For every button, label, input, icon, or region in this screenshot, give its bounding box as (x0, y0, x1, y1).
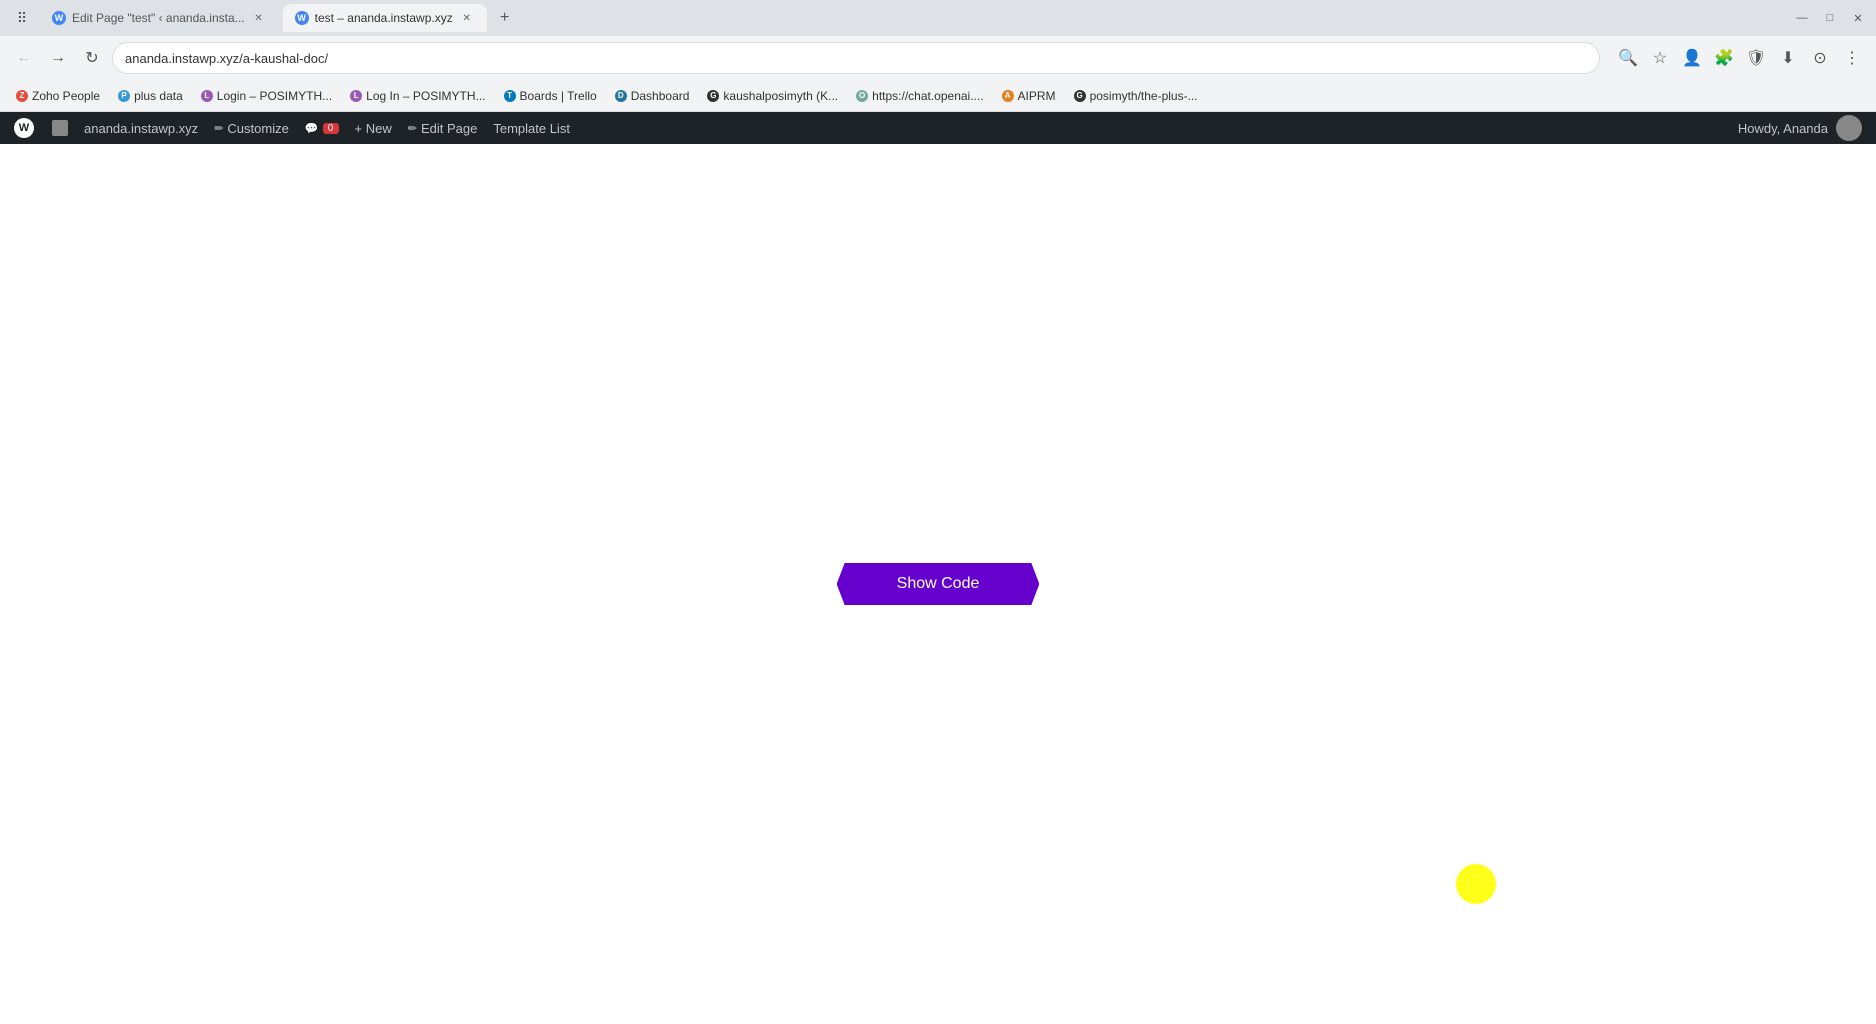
wp-edit-page[interactable]: ✏ Edit Page (400, 112, 486, 144)
page-content: Show Code (0, 144, 1876, 1024)
address-bar: ← → ↻ ananda.instawp.xyz/a-kaushal-doc/ … (0, 36, 1876, 80)
bookmark-plus-data[interactable]: P plus data (110, 87, 191, 105)
bookmark-zoho-people[interactable]: Z Zoho People (8, 87, 108, 105)
bookmark-login-label: Login – POSIMYTH... (217, 89, 332, 103)
browser-frame: ⠿ W Edit Page "test" ‹ ananda.insta... ✕… (0, 0, 1876, 1024)
window-controls: — □ ✕ (1792, 8, 1868, 28)
bookmark-zoho-label: Zoho People (32, 89, 100, 103)
download-icon[interactable]: ⬇ (1774, 44, 1802, 72)
search-icon[interactable]: 🔍 (1614, 44, 1642, 72)
menu-icon[interactable]: ⋮ (1838, 44, 1866, 72)
title-bar: ⠿ W Edit Page "test" ‹ ananda.insta... ✕… (0, 0, 1876, 36)
wp-site-name[interactable]: ananda.instawp.xyz (76, 112, 206, 144)
wp-logo-icon: W (14, 118, 34, 138)
wp-new[interactable]: + New (347, 112, 400, 144)
bookmark-plus-label: plus data (134, 89, 183, 103)
toolbar-icons: 🔍 ☆ 👤 🧩 🛡 ⬇ ⊙ ⋮ (1614, 44, 1866, 72)
bookmark-trello-label: Boards | Trello (520, 89, 597, 103)
url-text: ananda.instawp.xyz/a-kaushal-doc/ (125, 51, 328, 66)
bookmark-kaushal[interactable]: G kaushalposimyth (K... (699, 87, 846, 105)
apps-button[interactable]: ⠿ (8, 4, 36, 32)
profile-icon[interactable]: 👤 (1678, 44, 1706, 72)
tab2-title: test – ananda.instawp.xyz (315, 11, 453, 25)
bookmark-dashboard-label: Dashboard (631, 89, 690, 103)
maximize-button[interactable]: □ (1820, 8, 1840, 28)
shield-icon[interactable]: 🛡 (1742, 44, 1770, 72)
wp-user-greeting[interactable]: Howdy, Ananda (1730, 112, 1870, 144)
tab2-favicon: W (295, 11, 309, 25)
bookmarks-bar: Z Zoho People P plus data L Login – POSI… (0, 80, 1876, 112)
back-button[interactable]: ← (10, 44, 38, 72)
bookmark-login2-label: Log In – POSIMYTH... (366, 89, 485, 103)
cursor-indicator (1456, 864, 1496, 904)
bookmark-dashboard[interactable]: D Dashboard (607, 87, 698, 105)
bookmark-posimyth-plus[interactable]: G posimyth/the-plus-... (1066, 87, 1206, 105)
wp-logo-item[interactable]: W (6, 112, 44, 144)
bookmark-trello[interactable]: T Boards | Trello (496, 87, 605, 105)
comments-count: 0 (323, 123, 339, 134)
bookmark-openai-label: https://chat.openai.... (872, 89, 983, 103)
add-tab-button[interactable]: + (491, 4, 519, 32)
wp-site-icon-item[interactable] (44, 112, 76, 144)
show-code-button[interactable]: Show Code (837, 563, 1040, 605)
wp-comments[interactable]: 💬 0 (297, 112, 347, 144)
forward-button[interactable]: → (44, 44, 72, 72)
bookmark-login2-posimyth[interactable]: L Log In – POSIMYTH... (342, 87, 493, 105)
bookmark-kaushal-label: kaushalposimyth (K... (723, 89, 838, 103)
tab-test-site[interactable]: W test – ananda.instawp.xyz ✕ (283, 4, 487, 32)
bookmark-openai[interactable]: O https://chat.openai.... (848, 87, 991, 105)
bookmark-aiprm-label: AIPRM (1018, 89, 1056, 103)
close-button[interactable]: ✕ (1848, 8, 1868, 28)
bookmark-aiprm[interactable]: A AIPRM (994, 87, 1064, 105)
account-icon[interactable]: ⊙ (1806, 44, 1834, 72)
bookmark-login-posimyth[interactable]: L Login – POSIMYTH... (193, 87, 340, 105)
wp-customize[interactable]: ✏ Customize (206, 112, 297, 144)
tab1-favicon: W (52, 11, 66, 25)
user-avatar (1836, 115, 1862, 141)
tab1-close[interactable]: ✕ (251, 10, 267, 26)
wp-admin-bar: W ananda.instawp.xyz ✏ Customize 💬 0 + N… (0, 112, 1876, 144)
extensions-icon[interactable]: 🧩 (1710, 44, 1738, 72)
tab2-close[interactable]: ✕ (459, 10, 475, 26)
bookmark-posimyth-label: posimyth/the-plus-... (1090, 89, 1198, 103)
reload-button[interactable]: ↻ (78, 44, 106, 72)
url-bar[interactable]: ananda.instawp.xyz/a-kaushal-doc/ (112, 42, 1600, 74)
bookmark-star-icon[interactable]: ☆ (1646, 44, 1674, 72)
wp-site-favicon (52, 120, 68, 136)
minimize-button[interactable]: — (1792, 8, 1812, 28)
tab1-title: Edit Page "test" ‹ ananda.insta... (72, 11, 245, 25)
tab-edit-page[interactable]: W Edit Page "test" ‹ ananda.insta... ✕ (40, 4, 279, 32)
wp-template-list[interactable]: Template List (485, 112, 578, 144)
